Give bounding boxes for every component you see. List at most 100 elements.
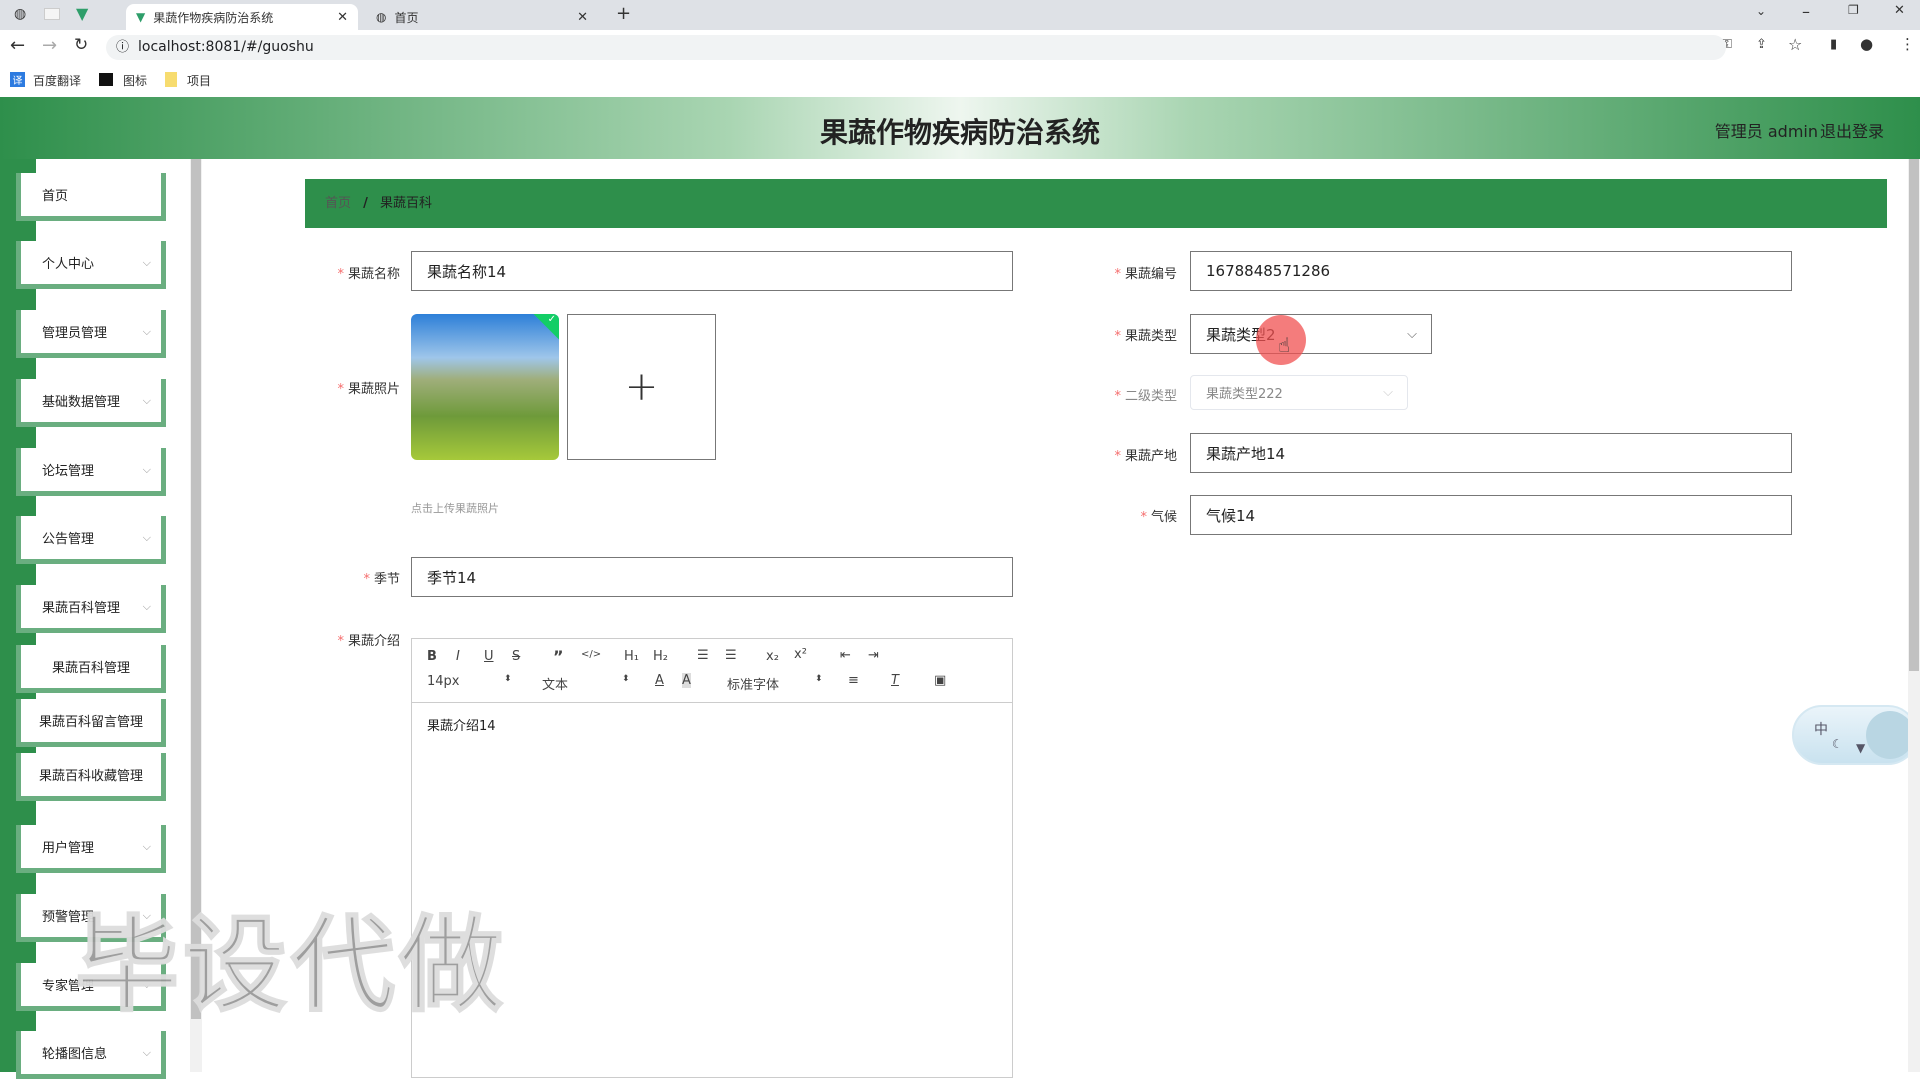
profile-icon[interactable]: ●: [1860, 35, 1873, 53]
sidebar-item-label: 果蔬百科管理: [42, 601, 121, 616]
close-window-icon[interactable]: ✕: [1894, 3, 1905, 18]
chevron-down-icon: ⌵: [1407, 326, 1417, 342]
header1-icon[interactable]: H₁: [624, 649, 639, 664]
bookmark-icons[interactable]: 图标: [123, 72, 147, 89]
menu-icon[interactable]: ⋮: [1900, 35, 1915, 53]
font-size-select[interactable]: 14px ⬍: [427, 674, 512, 689]
image-icon[interactable]: ▣: [934, 673, 946, 688]
skin-icon: [1866, 711, 1914, 759]
bookmark-star-icon[interactable]: ☆: [1788, 35, 1802, 54]
intro-label: * 果蔬介绍: [337, 634, 400, 649]
photo-label: * 果蔬照片: [337, 382, 400, 397]
sidebar-subitem[interactable]: 果蔬百科留言管理: [16, 699, 166, 747]
watermark: 毕设代做: [74, 903, 508, 1027]
bookmark-baidu-translate[interactable]: 百度翻译: [33, 72, 81, 89]
page-scrollbar-thumb[interactable]: [1909, 159, 1919, 671]
bookmark-project[interactable]: 项目: [187, 72, 211, 89]
globe-icon[interactable]: ◍: [14, 6, 26, 22]
font-color-icon[interactable]: A: [655, 673, 664, 688]
subscript-icon[interactable]: x₂: [766, 649, 779, 664]
sidebar-item[interactable]: 果蔬百科管理 ⌵: [16, 585, 166, 633]
photo-hint: 点击上传果蔬照片: [411, 502, 499, 515]
vue-icon: ▼: [136, 10, 146, 24]
current-user: 管理员 admin: [1714, 122, 1818, 141]
close-tab-icon[interactable]: ✕: [577, 10, 588, 25]
subtype-select[interactable]: 果蔬类型222 ⌵: [1190, 375, 1408, 410]
back-icon[interactable]: ←: [10, 35, 25, 56]
ime-widget[interactable]: 中 ☾ ▼: [1792, 705, 1918, 765]
vue-icon[interactable]: ▼: [76, 4, 88, 23]
close-tab-icon[interactable]: ✕: [337, 10, 348, 25]
folder-icon: [165, 72, 177, 87]
sidebar-item[interactable]: 用户管理 ⌵: [16, 825, 166, 873]
uploaded-photo[interactable]: ✓: [411, 314, 559, 460]
chevron-down-icon: ⌵: [142, 1045, 151, 1059]
italic-icon[interactable]: I: [456, 649, 460, 664]
sidebar-item[interactable]: 公告管理 ⌵: [16, 516, 166, 564]
app-header: 果蔬作物疾病防治系统 管理员 admin 退出登录: [0, 97, 1920, 159]
share-icon[interactable]: ⇪: [1756, 37, 1767, 52]
ime-mode-label: 中: [1814, 722, 1828, 738]
type-select[interactable]: 果蔬类型2 ⌵: [1190, 314, 1432, 354]
info-icon: ⓘ: [116, 40, 130, 55]
browser-tab-bar: ◍ ▼ ▼ 果蔬作物疾病防治系统 ✕ ◍ 首页 ✕ + ⌄ – ❐ ✕: [0, 0, 1920, 30]
align-icon[interactable]: ≡: [848, 673, 859, 688]
url-field[interactable]: ⓘ localhost:8081/#/guoshu: [106, 35, 1726, 60]
page-title: 果蔬作物疾病防治系统: [819, 116, 1100, 149]
sidebar-item[interactable]: 基础数据管理 ⌵: [16, 379, 166, 427]
header2-icon[interactable]: H₂: [653, 649, 668, 664]
blockquote-icon[interactable]: ”: [553, 647, 564, 666]
header-select[interactable]: 文本 ⬍: [542, 674, 630, 693]
climate-input[interactable]: 气候14: [1190, 495, 1792, 535]
clear-format-icon[interactable]: T: [891, 673, 899, 688]
subtype-label: * 二级类型: [1114, 389, 1177, 404]
outdent-icon[interactable]: ⇤: [840, 648, 851, 663]
sidebar-item-label: 基础数据管理: [42, 395, 121, 410]
new-tab-icon[interactable]: +: [616, 3, 631, 24]
code-block-icon[interactable]: </>: [581, 649, 601, 660]
bookmarks-bar: 译 百度翻译 图标 项目: [0, 64, 1920, 97]
tab-active[interactable]: ▼ 果蔬作物疾病防治系统 ✕: [126, 4, 358, 30]
bullet-list-icon[interactable]: ☰: [725, 648, 737, 663]
tab-search-icon[interactable]: ⌄: [1756, 4, 1766, 18]
bold-icon[interactable]: B: [427, 649, 437, 664]
logout-link[interactable]: 退出登录: [1820, 118, 1884, 142]
sidebar-subitem[interactable]: 果蔬百科收藏管理: [16, 753, 166, 801]
moon-icon: ☾: [1832, 737, 1843, 751]
sidebar-subitem[interactable]: 果蔬百科管理: [16, 645, 166, 693]
chevron-down-icon: ⌵: [142, 324, 151, 338]
superscript-icon[interactable]: x²: [794, 647, 807, 662]
sidebar-subitem-label: 果蔬百科留言管理: [38, 715, 143, 730]
flag-icon: [99, 73, 113, 86]
season-input[interactable]: 季节14: [411, 557, 1013, 597]
forward-icon[interactable]: →: [42, 35, 57, 56]
reload-icon[interactable]: ↻: [74, 35, 88, 55]
upload-photo-button[interactable]: +: [567, 314, 716, 460]
strike-icon[interactable]: S: [512, 649, 520, 664]
sidebar-item[interactable]: 论坛管理 ⌵: [16, 448, 166, 496]
background-color-icon[interactable]: A: [682, 673, 691, 688]
underline-icon[interactable]: U: [484, 649, 494, 664]
breadcrumb-home[interactable]: 首页: [325, 196, 351, 211]
code-input[interactable]: 1678848571286: [1190, 251, 1792, 291]
ordered-list-icon[interactable]: ☰: [697, 648, 709, 663]
side-panel-icon[interactable]: ▮: [1830, 37, 1837, 52]
origin-input[interactable]: 果蔬产地14: [1190, 433, 1792, 473]
sidebar-item-label: 管理员管理: [42, 326, 108, 341]
sidebar-item[interactable]: 个人中心 ⌵: [16, 241, 166, 289]
chevron-down-icon: ⌵: [142, 839, 151, 853]
restore-icon[interactable]: ❐: [1848, 3, 1859, 17]
type-label: * 果蔬类型: [1114, 329, 1177, 344]
indent-icon[interactable]: ⇥: [868, 648, 879, 663]
sidebar-item[interactable]: 管理员管理 ⌵: [16, 310, 166, 358]
font-family-select[interactable]: 标准字体 ⬍: [727, 674, 823, 693]
sidebar-subitem-label: 果蔬百科管理: [51, 661, 130, 676]
sidebar-item[interactable]: 首页: [16, 173, 166, 221]
page-icon[interactable]: [44, 8, 60, 20]
minimize-icon[interactable]: –: [1802, 2, 1810, 21]
breadcrumb-current: 果蔬百科: [380, 196, 433, 211]
name-label: * 果蔬名称: [337, 267, 400, 282]
name-input[interactable]: 果蔬名称14: [411, 251, 1013, 291]
sidebar-item-label: 公告管理: [42, 532, 95, 547]
tab-home[interactable]: ◍ 首页 ✕: [366, 4, 598, 30]
